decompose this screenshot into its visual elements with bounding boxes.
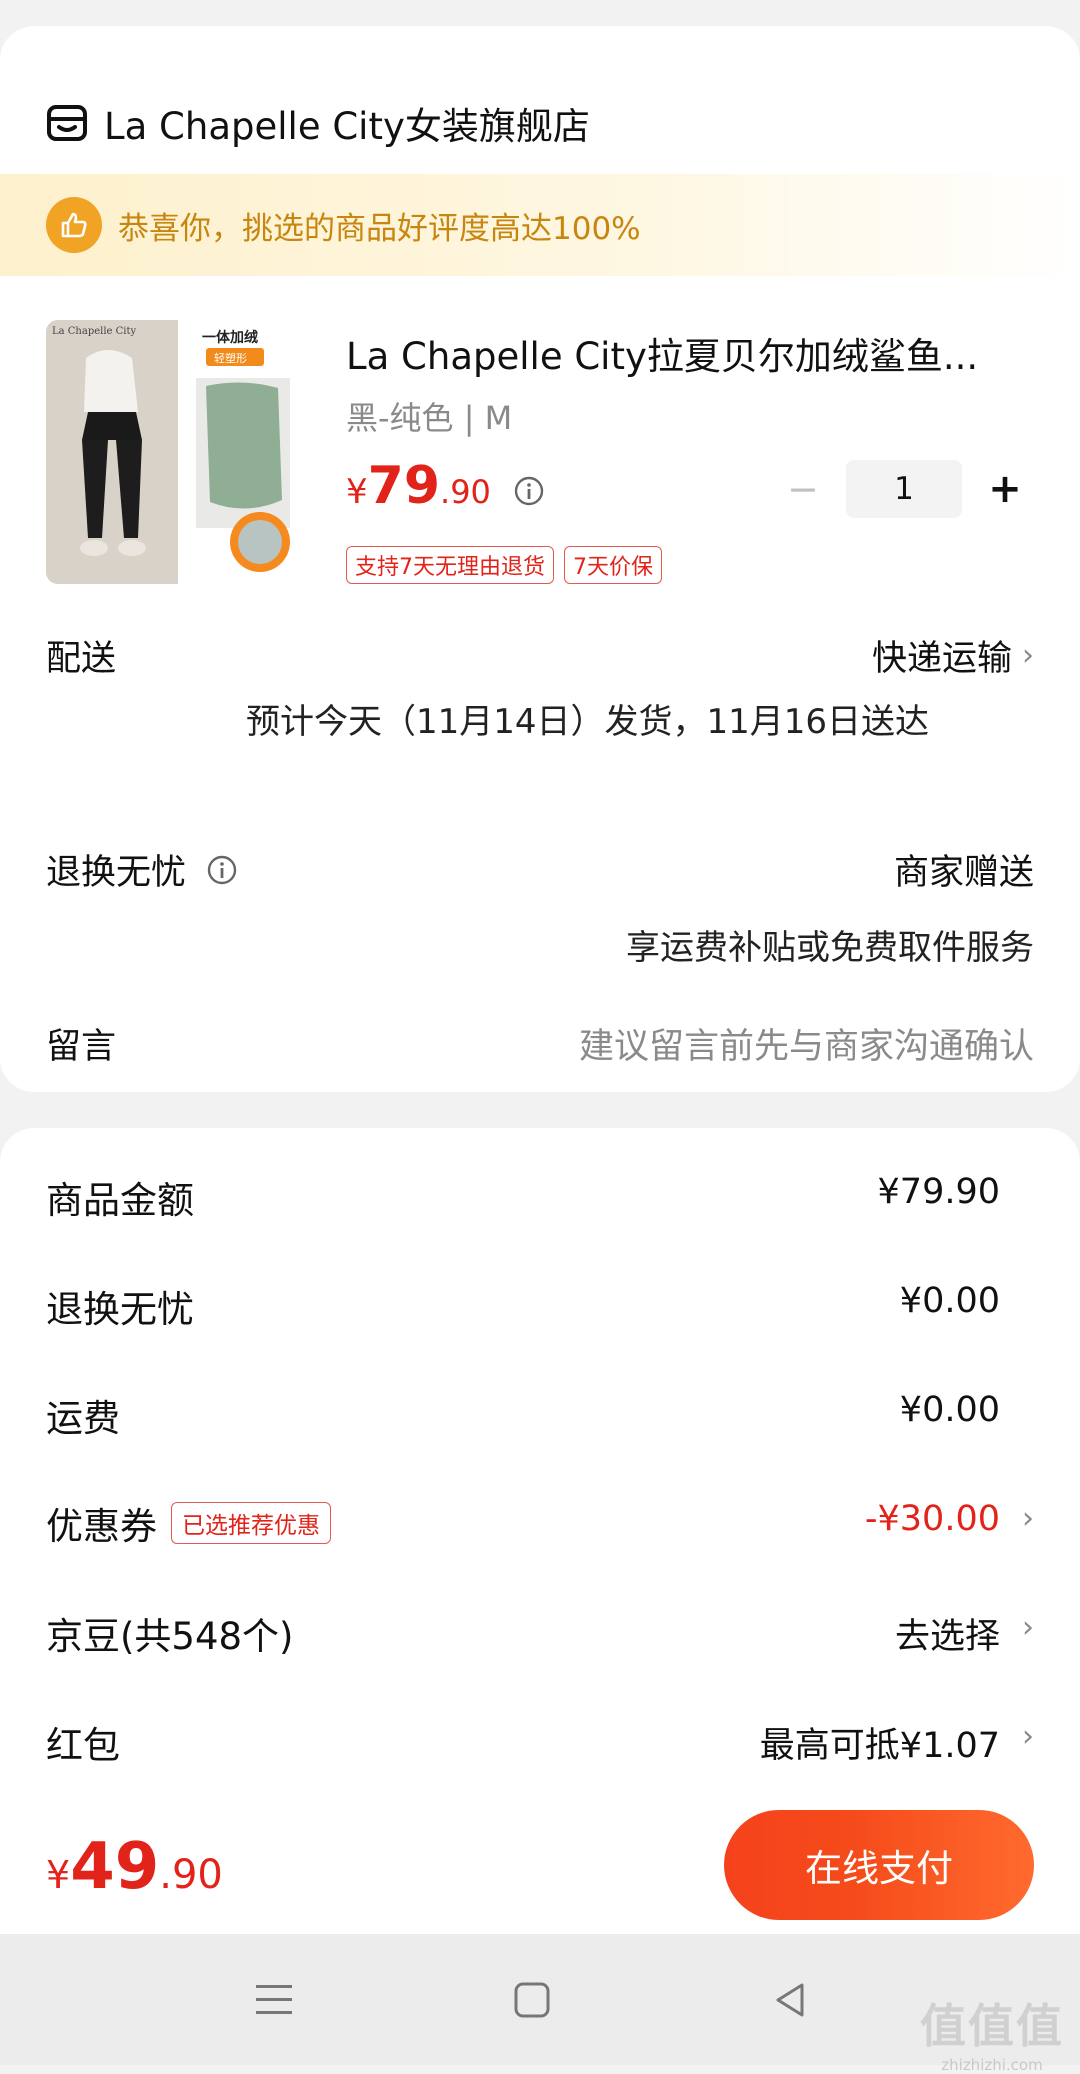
delivery-label: 配送	[46, 639, 117, 679]
fee-redpacket-value[interactable]: 最高可抵¥1.07	[760, 1717, 1000, 1768]
chevron-right-icon[interactable]: ›	[1022, 1501, 1034, 1536]
quantity-plus-button[interactable]: +	[976, 460, 1034, 518]
delivery-estimate: 预计今天（11月14日）发货，11月16日送达	[246, 702, 930, 742]
fee-shipping-label: 运费	[46, 1397, 120, 1440]
returns-row-label: 退换无忧	[46, 844, 238, 895]
product-spec[interactable]: 黑-纯色 | M	[346, 393, 512, 439]
quantity-stepper: − 1 +	[774, 460, 1034, 518]
fee-goods-value: ¥79.90	[877, 1172, 1000, 1212]
quantity-value[interactable]: 1	[846, 460, 962, 518]
fee-jingdou-value[interactable]: 去选择	[895, 1608, 1000, 1659]
image-badge-sub: 轻塑形	[214, 351, 247, 365]
fee-coupon-value[interactable]: -¥30.00	[865, 1499, 1000, 1539]
service-tags: 支持7天无理由退货 7天价保	[346, 546, 672, 584]
checkout-bar: ¥ 49 .90 在线支付	[0, 1808, 1080, 1934]
product-image[interactable]: La Chapelle City 一体加绒 轻塑形	[46, 320, 294, 584]
fee-breakdown-card: 商品金额 ¥79.90 退换无忧 ¥0.00 运费 ¥0.00 优惠券 已选推荐…	[0, 1128, 1080, 1808]
total-symbol: ¥	[46, 1853, 71, 1897]
image-badge-top: 一体加绒	[202, 329, 258, 346]
message-input[interactable]: 建议留言前先与商家沟通确认	[579, 1018, 1034, 1069]
tag-price-protect: 7天价保	[564, 546, 662, 584]
coupon-selected-tag: 已选推荐优惠	[171, 1502, 331, 1544]
rating-banner: 恭喜你，挑选的商品好评度高达100%	[0, 174, 1080, 276]
system-nav-bar: 值值值 zhizhizhi.com	[0, 1934, 1080, 2074]
total-decimal: .90	[159, 1852, 223, 1898]
fee-coupon-label: 优惠券	[46, 1505, 157, 1548]
chevron-right-icon: ›	[1022, 638, 1034, 673]
thumbs-up-icon	[46, 197, 102, 253]
store-header[interactable]: La Chapelle City女装旗舰店	[46, 88, 590, 158]
product-price: ¥ 79 .90	[346, 456, 545, 528]
watermark-url: zhizhizhi.com	[941, 2056, 1043, 2074]
order-item-card: La Chapelle City女装旗舰店 恭喜你，挑选的商品好评度高达100%…	[0, 26, 1080, 1092]
banner-text: 恭喜你，挑选的商品好评度高达100%	[118, 210, 641, 247]
delivery-method-text: 快递运输	[871, 639, 1012, 679]
watermark-logo: 值值值	[920, 1999, 1064, 2053]
fee-goods-label: 商品金额	[46, 1179, 194, 1222]
returns-label: 退换无忧	[46, 853, 187, 893]
pay-online-button[interactable]: 在线支付	[724, 1810, 1034, 1920]
total-price: ¥ 49 .90	[46, 1830, 223, 1904]
message-label: 留言	[46, 1027, 117, 1067]
back-icon[interactable]	[760, 1970, 820, 2030]
image-brand-text: La Chapelle City	[52, 326, 137, 337]
returns-desc: 享运费补贴或免费取件服务	[626, 928, 1034, 968]
price-info-icon[interactable]	[513, 475, 545, 511]
fee-returns-value: ¥0.00	[899, 1281, 1000, 1321]
chevron-right-icon[interactable]: ›	[1022, 1610, 1034, 1645]
returns-value: 商家赠送	[893, 853, 1034, 893]
fee-redpacket-label: 红包	[46, 1724, 120, 1767]
delivery-method[interactable]: 快递运输 ›	[872, 630, 1034, 681]
quantity-minus-button[interactable]: −	[774, 460, 832, 518]
total-integer: 49	[70, 1830, 160, 1904]
product-title[interactable]: La Chapelle City拉夏贝尔加绒鲨鱼...	[346, 326, 978, 380]
fee-returns-label: 退换无忧	[46, 1288, 194, 1331]
fee-coupon-row[interactable]: 优惠券 已选推荐优惠	[46, 1496, 331, 1550]
tag-7day-return: 支持7天无理由退货	[346, 546, 554, 584]
store-name: La Chapelle City女装旗舰店	[104, 105, 590, 148]
watermark: 值值值 zhizhizhi.com	[920, 1990, 1064, 2074]
home-icon[interactable]	[502, 1970, 562, 2030]
fee-jingdou-label: 京豆(共548个)	[46, 1615, 294, 1658]
chevron-right-icon[interactable]: ›	[1022, 1719, 1034, 1754]
menu-icon[interactable]	[244, 1970, 304, 2030]
price-decimal: .90	[440, 473, 491, 511]
store-icon	[47, 105, 87, 141]
price-integer: 79	[367, 456, 441, 516]
fee-shipping-value: ¥0.00	[899, 1390, 1000, 1430]
returns-info-icon[interactable]	[206, 854, 238, 886]
price-symbol: ¥	[346, 472, 368, 512]
